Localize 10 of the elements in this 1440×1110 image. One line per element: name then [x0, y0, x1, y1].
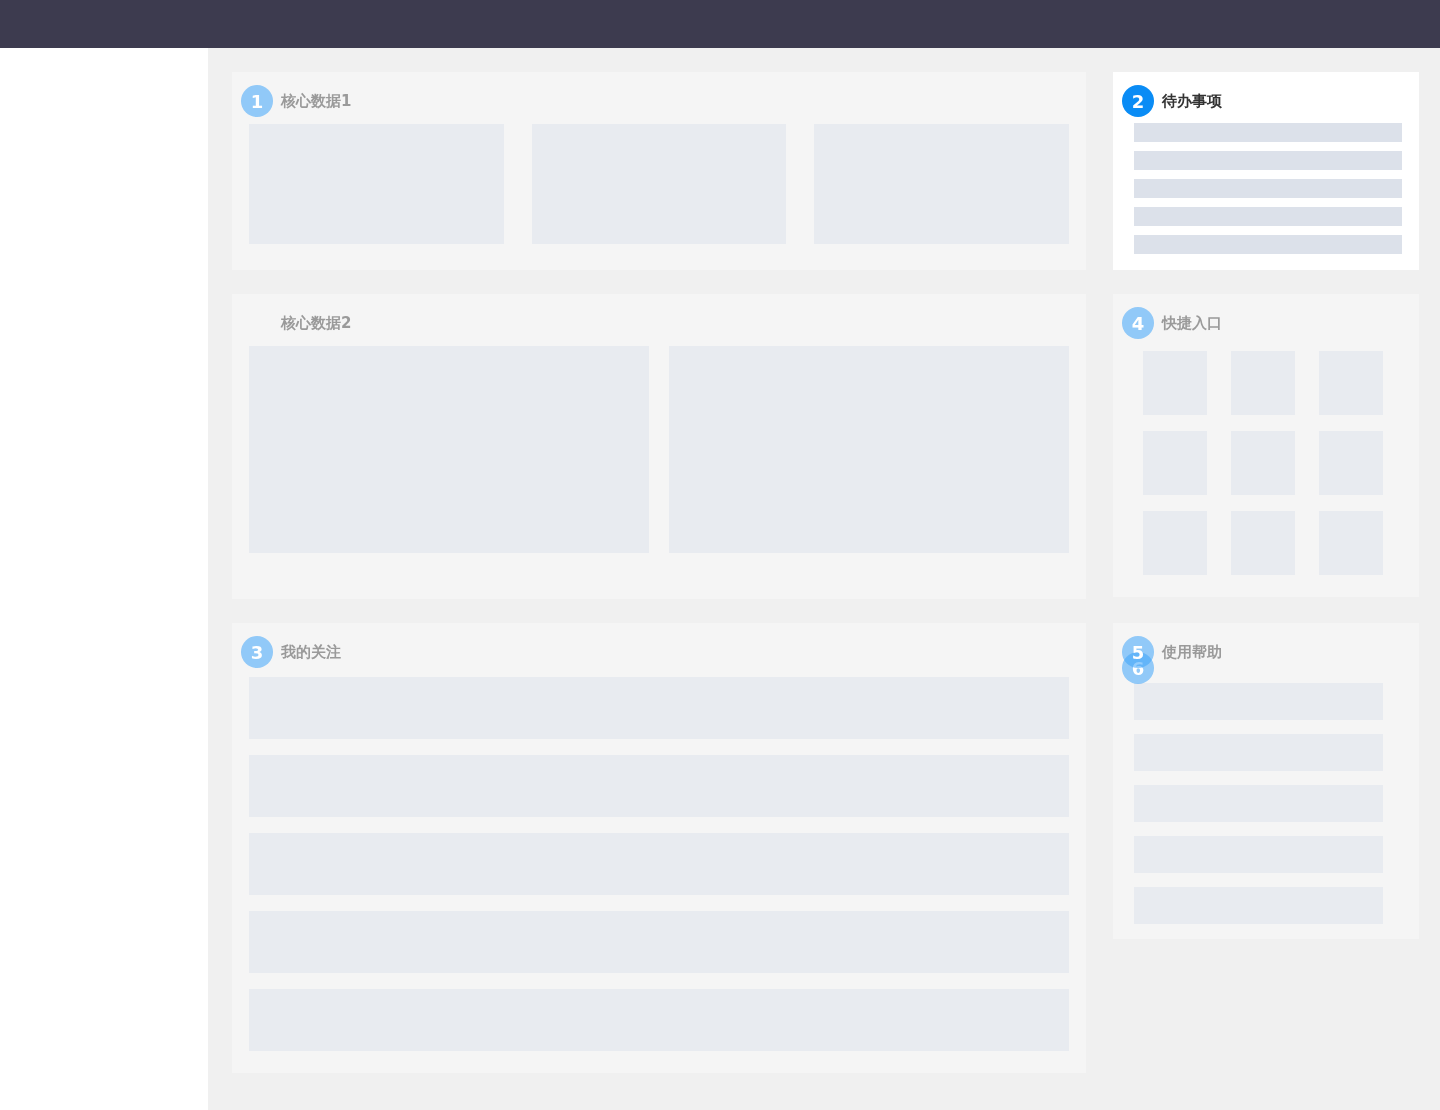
- panel-title: 快捷入口: [1162, 313, 1222, 334]
- panel-title: 核心数据2: [281, 313, 352, 334]
- panel-title: 核心数据1: [281, 91, 352, 112]
- panel-title: 待办事项: [1162, 91, 1222, 112]
- step-badge: 3: [241, 636, 273, 668]
- panel-title: 我的关注: [281, 642, 341, 663]
- step-badge: 2: [1122, 85, 1154, 117]
- step-badge: 4: [1122, 307, 1154, 339]
- panel-title: 使用帮助: [1162, 642, 1222, 663]
- step-badge: 1: [241, 85, 273, 117]
